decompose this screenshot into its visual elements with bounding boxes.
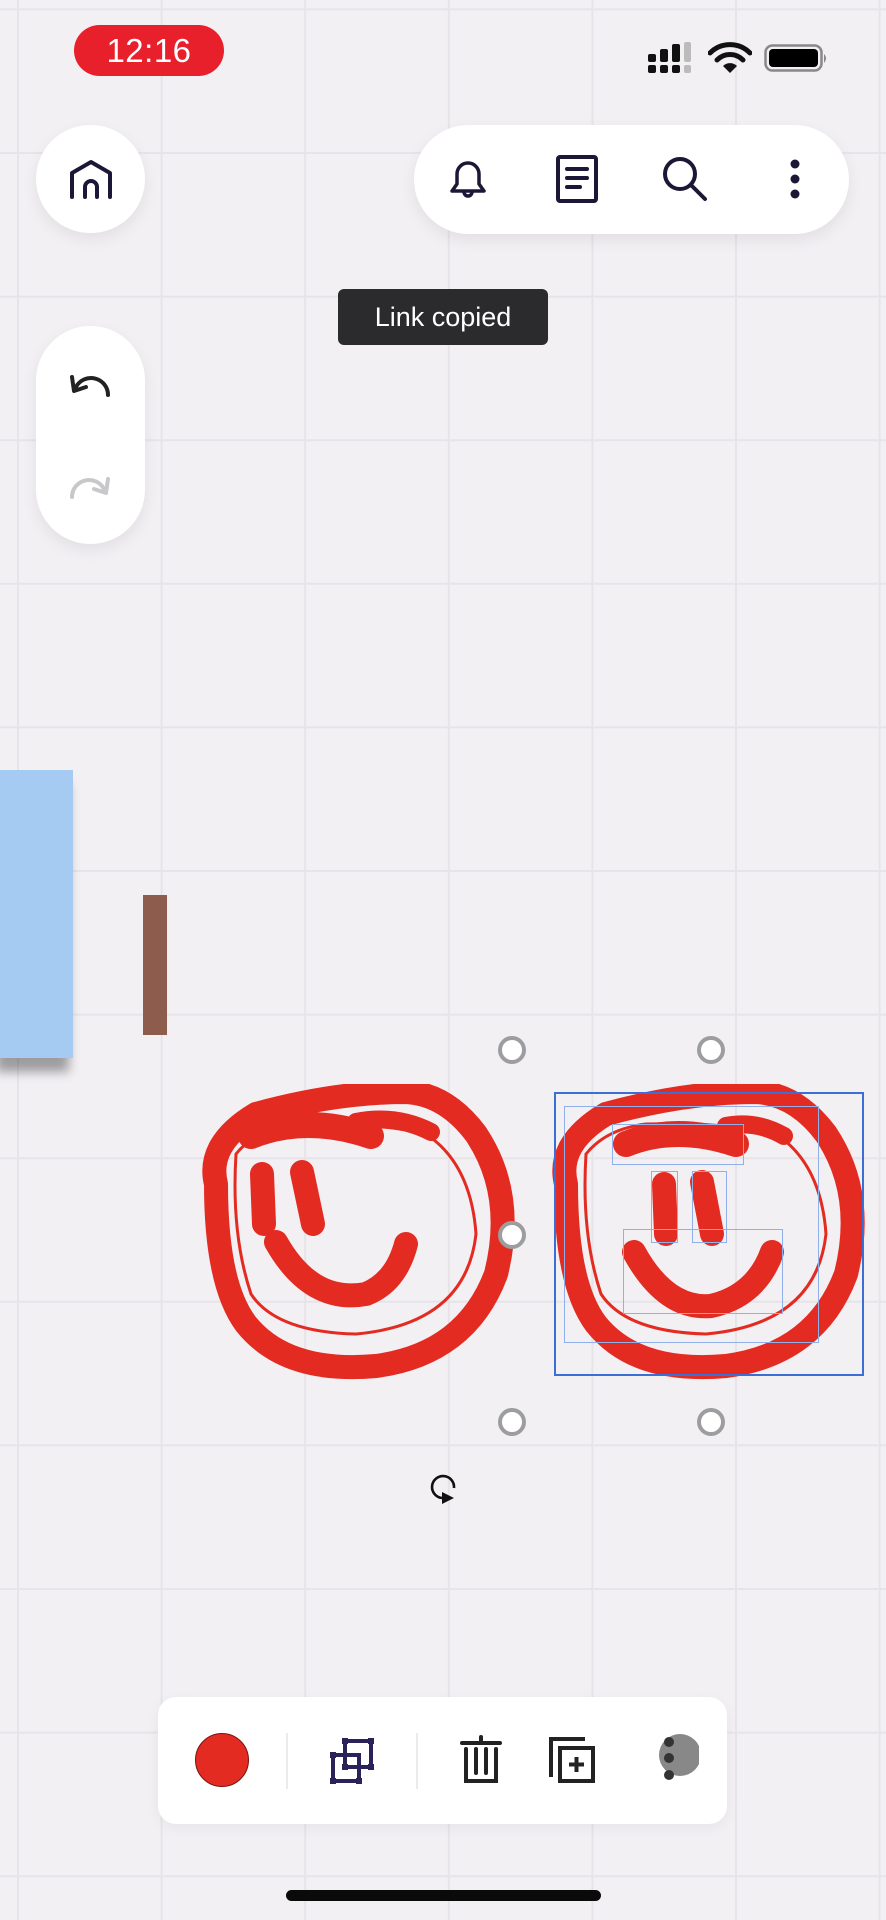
- element-bounds: [623, 1229, 783, 1314]
- redo-icon: [70, 477, 110, 499]
- status-time: 12:16: [74, 25, 224, 76]
- more-vertical-icon: [790, 159, 800, 199]
- resize-handle[interactable]: [498, 1221, 526, 1249]
- rotate-icon[interactable]: [424, 1468, 464, 1508]
- undo-button[interactable]: [62, 356, 118, 412]
- redo-button[interactable]: [62, 458, 118, 514]
- color-button[interactable]: [192, 1730, 252, 1790]
- canvas-shape[interactable]: [143, 895, 167, 1035]
- home-indicator[interactable]: [286, 1890, 601, 1901]
- canvas-grid[interactable]: [0, 0, 886, 1920]
- trash-icon: [460, 1735, 502, 1783]
- more-options-button[interactable]: [644, 1730, 704, 1790]
- resize-handle[interactable]: [498, 1408, 526, 1436]
- smiley-strokes: [202, 1084, 515, 1380]
- color-swatch: [195, 1733, 249, 1787]
- top-toolbar: [414, 125, 849, 234]
- toolbar-divider: [286, 1733, 288, 1789]
- notifications-button[interactable]: [440, 151, 496, 207]
- group-button[interactable]: [322, 1730, 382, 1790]
- more-button[interactable]: [767, 151, 823, 207]
- home-button[interactable]: [36, 125, 145, 233]
- home-icon: [69, 160, 112, 199]
- more-options-icon: [659, 1734, 699, 1780]
- toast-message: Link copied: [338, 289, 548, 345]
- search-icon: [663, 157, 707, 201]
- smiley-drawing-left[interactable]: [196, 1084, 518, 1384]
- element-bounds: [612, 1124, 744, 1165]
- duplicate-icon: [549, 1737, 595, 1783]
- duplicate-button[interactable]: [542, 1730, 602, 1790]
- context-toolbar: [158, 1697, 727, 1824]
- delete-button[interactable]: [451, 1730, 511, 1790]
- wifi-icon: [708, 42, 752, 73]
- resize-handle[interactable]: [697, 1036, 725, 1064]
- document-icon: [556, 155, 598, 203]
- toolbar-divider: [416, 1733, 418, 1789]
- resize-handle[interactable]: [498, 1036, 526, 1064]
- group-icon: [330, 1738, 374, 1784]
- bell-icon: [450, 161, 486, 198]
- sticky-note[interactable]: [0, 770, 73, 1058]
- history-controls: [36, 326, 145, 544]
- resize-handle[interactable]: [697, 1408, 725, 1436]
- board-info-button[interactable]: [549, 151, 605, 207]
- search-button[interactable]: [657, 151, 713, 207]
- cellular-signal-icon: [648, 42, 691, 73]
- undo-icon: [70, 375, 110, 397]
- battery-icon: [764, 44, 826, 72]
